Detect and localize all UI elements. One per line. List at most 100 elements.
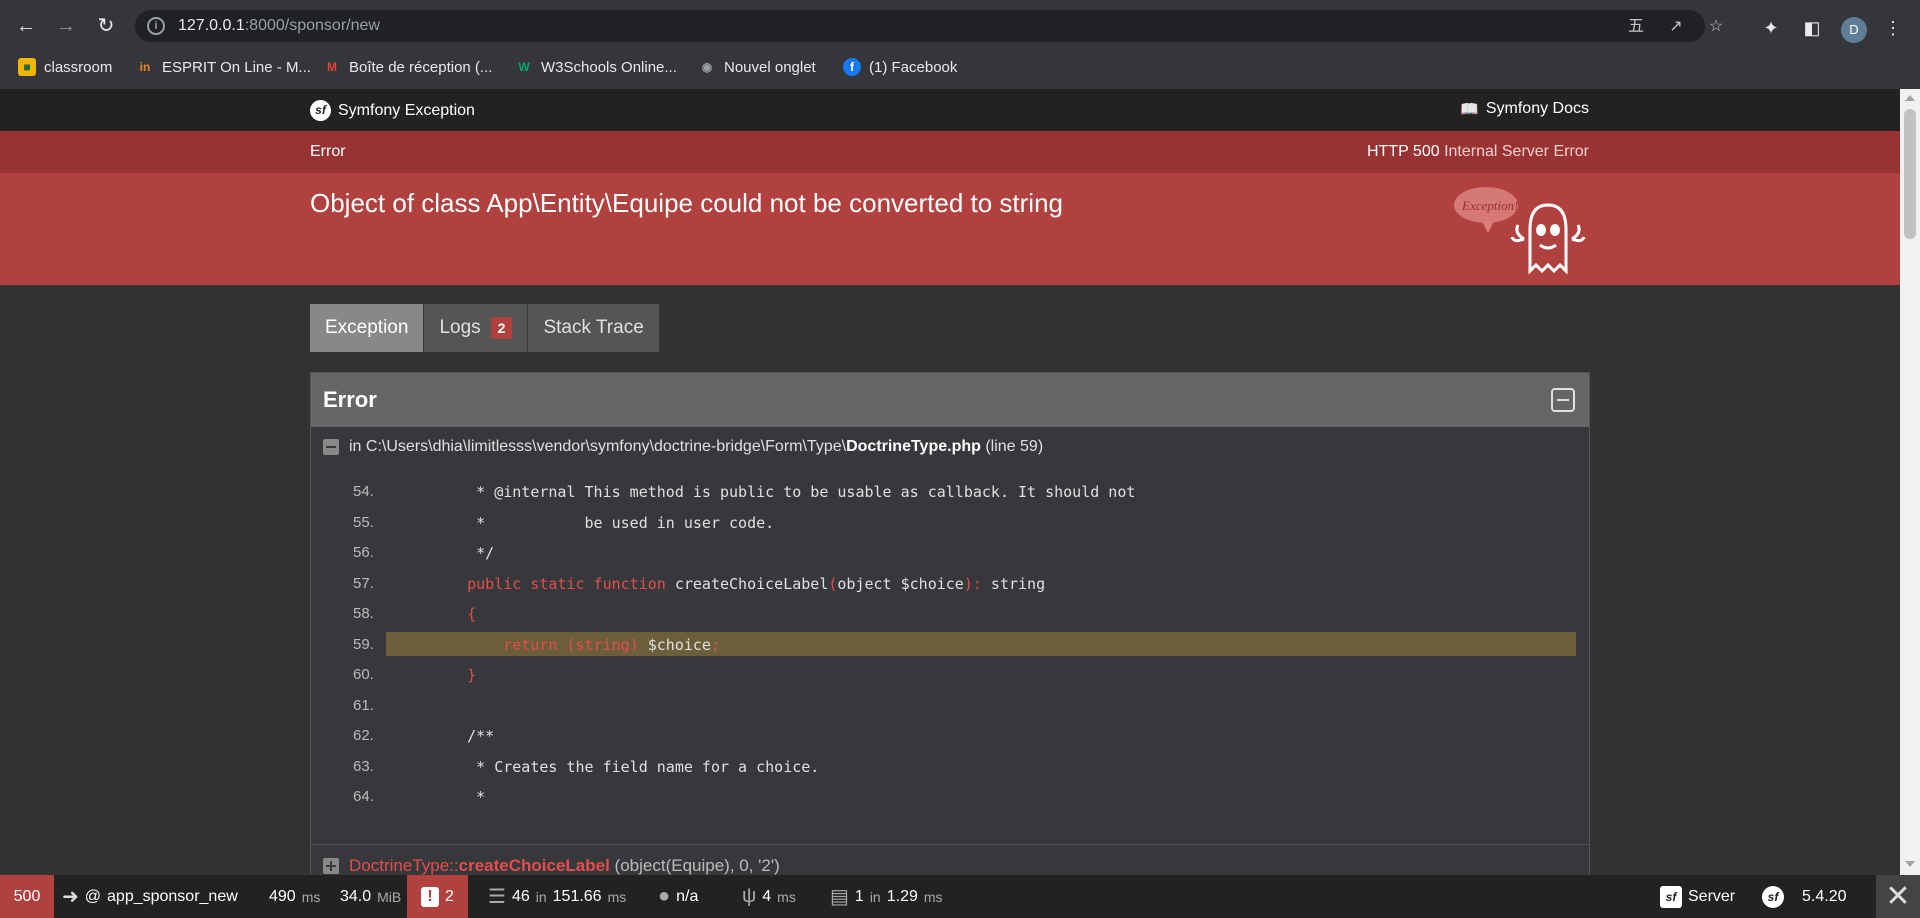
debug-toolbar: 500 ➜ @ app_sponsor_new 490 ms 34.0 MiB ! … [0,875,1920,918]
http-status: HTTP 500 Internal Server Error [1366,143,1589,160]
logs-count-badge: 2 [490,317,513,339]
code-line: 63. * Creates the field name for a choic… [353,757,820,776]
trace-frame[interactable]: DoctrineType::createChoiceLabel (object(… [323,856,780,875]
code-line: 56. */ [353,544,495,562]
twig-item[interactable]: ψ 4 ms [742,875,796,918]
queries-count: 46 [511,887,530,905]
gmail-icon: M [327,60,337,74]
avatar[interactable]: D [1841,17,1867,43]
tab-exception[interactable]: Exception [310,304,425,352]
symfony-server-icon: sf [1660,885,1682,908]
queries-in: in [535,888,547,905]
scroll-up-icon[interactable] [1905,95,1915,101]
server-item[interactable]: sf Server [1660,875,1735,918]
brand-label: Symfony Exception [338,101,475,119]
cache-in: in [869,888,881,905]
arrow-right-icon: ➜ [62,886,79,908]
code-excerpt: 54. * @internal This method is public to… [311,477,1589,813]
database-item[interactable]: ☰ 46 in 151.66 ms [488,875,626,918]
url-text[interactable]: 127.0.0.1:8000/sponsor/new [178,17,380,35]
time-unit: ms [301,888,321,905]
collapse-trace-icon[interactable] [323,439,339,455]
symfony-logo-icon: sf [1762,885,1784,908]
bookmark-label: Boîte de réception (... [349,58,493,76]
facebook-icon: f [843,58,861,76]
close-toolbar-icon[interactable]: ✕ [1876,875,1920,918]
exception-message-area: Object of class App\Entity\Equipe could … [0,173,1900,285]
tab-stack-trace[interactable]: Stack Trace [528,304,660,352]
extensions-icon[interactable]: ✦ [1759,16,1783,40]
translate-icon[interactable]: 五 [1625,16,1647,38]
side-panel-icon[interactable]: ◧ [1800,16,1824,40]
code-line: 57. public static function createChoiceL… [353,574,1046,593]
twig-unit: ms [777,888,796,905]
user-item[interactable]: ● n/a [658,875,698,918]
star-icon[interactable]: ☆ [1705,16,1727,38]
code-line: 54. * @internal This method is public to… [353,483,1136,501]
bookmark-w3schools[interactable]: W W3Schools Online... [515,56,677,78]
scroll-thumb[interactable] [1904,109,1916,239]
user-value: n/a [676,887,699,905]
code-line: 64. * [353,788,486,806]
bookmark-label: Nouvel onglet [724,58,816,76]
bookmark-label: W3Schools Online... [541,58,677,76]
twig-time: 4 [762,887,772,905]
scroll-down-icon[interactable] [1905,861,1915,867]
status-code-badge[interactable]: 500 [0,875,54,918]
reload-icon[interactable]: ↻ [94,14,118,38]
bookmark-new-tab[interactable]: ◉ Nouvel onglet [698,56,816,78]
classroom-icon: ■ [18,58,36,76]
route-prefix: @ [84,887,102,905]
trace-location[interactable]: in C:\Users\dhia\limitlesss\vendor\symfo… [323,438,1043,456]
twig-icon: ψ [742,885,757,907]
cache-unit: ms [923,888,943,905]
collapse-all-button[interactable] [1551,388,1575,412]
logs-count: 2 [445,887,454,905]
site-info-icon[interactable]: i [147,17,165,35]
memory-item[interactable]: 34.0 MiB [340,875,401,918]
expand-trace-icon[interactable] [323,858,339,874]
bookmark-classroom[interactable]: ■ classroom [18,56,112,78]
book-icon: 📖 [1460,101,1479,118]
cache-time: 1.29 [886,887,918,905]
exception-message: Object of class App\Entity\Equipe could … [310,188,1063,218]
esprit-icon: in [139,60,151,74]
tab-label: Logs [439,317,481,338]
w3schools-icon: W [518,60,530,74]
user-icon: ● [658,885,671,907]
server-label: Server [1688,887,1736,905]
code-source: return (string) $choice; [503,635,720,654]
tab-logs[interactable]: Logs 2 [424,304,529,352]
version-item[interactable]: sf 5.4.20 [1762,875,1846,918]
symfony-docs-link[interactable]: 📖 Symfony Docs [1460,100,1589,118]
svg-text:Exception!: Exception! [1461,198,1518,213]
route-item[interactable]: ➜ @ app_sponsor_new [62,875,238,918]
cache-item[interactable]: ▤ 1 in 1.29 ms [830,875,943,918]
page-scrollbar[interactable] [1900,89,1920,875]
share-icon[interactable]: ↗ [1665,16,1687,38]
bookmarks-bar: ■ classroom in ESPRIT On Line - M... M B… [0,52,1920,82]
exception-panel: Error in C:\Users\dhia\limitlesss\vendor… [310,372,1590,875]
address-bar[interactable]: i 127.0.0.1:8000/sponsor/new 五 ↗ ☆ [135,10,1723,42]
back-icon[interactable]: ← [14,14,38,38]
divider [311,844,1589,845]
database-layers-icon: ☰ [488,886,506,908]
code-line: 62. /** [353,727,495,745]
code-line: 55. * be used in user code. [353,513,775,532]
bookmark-esprit[interactable]: in ESPRIT On Line - M... [136,56,311,78]
menu-icon[interactable]: ⋮ [1881,16,1905,40]
queries-unit: ms [607,888,627,905]
panel-title: Error [323,387,377,412]
bookmark-gmail[interactable]: M Boîte de réception (... [323,56,492,78]
route-name: app_sponsor_new [107,887,238,905]
trace-path: in C:\Users\dhia\limitlesss\vendor\symfo… [349,438,1044,455]
time-item[interactable]: 490 ms [269,875,320,918]
queries-time: 151.66 [552,887,602,905]
bookmark-facebook[interactable]: f (1) Facebook [843,56,957,78]
code-source: public static function createChoiceLabel… [467,574,1046,593]
logs-item[interactable]: ! 2 [407,875,468,918]
forward-icon[interactable]: → [54,14,78,38]
error-status-strip: Error HTTP 500 Internal Server Error [0,131,1900,173]
trace-frame-text: DoctrineType::createChoiceLabel (object(… [349,856,780,875]
exception-ghost-icon: Exception! [1454,187,1586,275]
